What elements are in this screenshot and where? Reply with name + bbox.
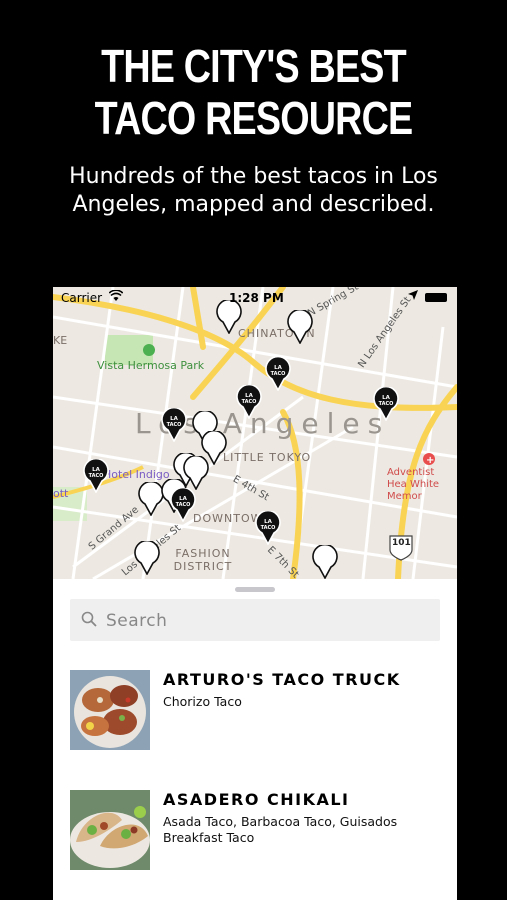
taco-spot-description: Asada Taco, Barbacoa Taco, Guisados Brea… bbox=[163, 814, 398, 845]
map-pin[interactable]: LA TACO bbox=[255, 509, 281, 546]
bottom-sheet[interactable]: ARTURO'S TACO TRUCK Chorizo Taco ASADERO… bbox=[53, 579, 457, 900]
map-label-fashion-district: FASHION DISTRICT bbox=[173, 547, 233, 573]
map-label-vista-hermosa: Vista Hermosa Park bbox=[97, 359, 205, 372]
map-pin[interactable]: LA TACO bbox=[170, 486, 196, 523]
battery-icon bbox=[425, 293, 447, 302]
svg-text:TACO: TACO bbox=[167, 422, 182, 428]
map-pin[interactable]: LA TACO bbox=[161, 406, 187, 443]
search-icon bbox=[81, 611, 97, 631]
list-item[interactable]: ARTURO'S TACO TRUCK Chorizo Taco bbox=[70, 670, 440, 754]
taco-spot-name[interactable]: ARTURO'S TACO TRUCK bbox=[163, 670, 401, 689]
svg-text:TACO: TACO bbox=[89, 473, 104, 479]
svg-text:TACO: TACO bbox=[176, 502, 191, 508]
map-view[interactable]: + CHINATOWN KE Vista Hermosa Park Los An… bbox=[53, 287, 457, 579]
location-arrow-icon bbox=[408, 290, 418, 303]
wifi-icon bbox=[108, 289, 124, 305]
map-pin[interactable]: LA TACO bbox=[236, 383, 262, 420]
promo-subtitle: Hundreds of the best tacos in Los Angele… bbox=[69, 164, 438, 217]
highway-101-label: 101 bbox=[392, 538, 411, 548]
map-pin[interactable] bbox=[134, 539, 160, 576]
map-pin[interactable] bbox=[287, 308, 313, 345]
taco-spot-description: Chorizo Taco bbox=[163, 694, 242, 709]
list-item[interactable]: ASADERO CHIKALI Asada Taco, Barbacoa Tac… bbox=[70, 790, 440, 874]
taco-photo bbox=[70, 670, 150, 750]
svg-text:TACO: TACO bbox=[379, 401, 394, 407]
headline-line-2: TACO RESOURCE bbox=[94, 92, 413, 144]
map-label-ke: KE bbox=[53, 334, 68, 347]
map-label-adventist: Adventist Hea White Memor bbox=[387, 467, 440, 502]
headline-line-1: THE CITY'S BEST bbox=[101, 40, 407, 92]
svg-text:TACO: TACO bbox=[271, 371, 286, 377]
phone-screen: + CHINATOWN KE Vista Hermosa Park Los An… bbox=[53, 287, 457, 900]
map-pin[interactable]: LA TACO bbox=[265, 355, 291, 392]
search-input[interactable] bbox=[104, 599, 428, 643]
carrier-label: Carrier bbox=[61, 291, 103, 305]
taco-photo bbox=[70, 790, 150, 870]
svg-text:+: + bbox=[426, 455, 434, 466]
search-bar[interactable] bbox=[70, 599, 440, 643]
status-time: 1:28 PM bbox=[229, 291, 284, 305]
promo-headline: THE CITY'S BEST TACO RESOURCE bbox=[46, 40, 462, 144]
map-pin[interactable] bbox=[312, 543, 338, 579]
taco-spot-name[interactable]: ASADERO CHIKALI bbox=[163, 790, 350, 809]
map-label-little-tokyo: LITTLE TOKYO bbox=[223, 451, 312, 464]
svg-text:TACO: TACO bbox=[261, 525, 276, 531]
map-pin[interactable]: LA TACO bbox=[373, 385, 399, 422]
sheet-grabber[interactable] bbox=[235, 587, 275, 592]
svg-text:TACO: TACO bbox=[242, 399, 257, 405]
map-label-ott: ott bbox=[53, 487, 69, 500]
status-bar: Carrier 1:28 PM bbox=[53, 287, 457, 309]
map-label-hotel-indigo: Hotel Indigo bbox=[103, 468, 170, 481]
map-pin[interactable]: LA TACO bbox=[83, 457, 109, 494]
